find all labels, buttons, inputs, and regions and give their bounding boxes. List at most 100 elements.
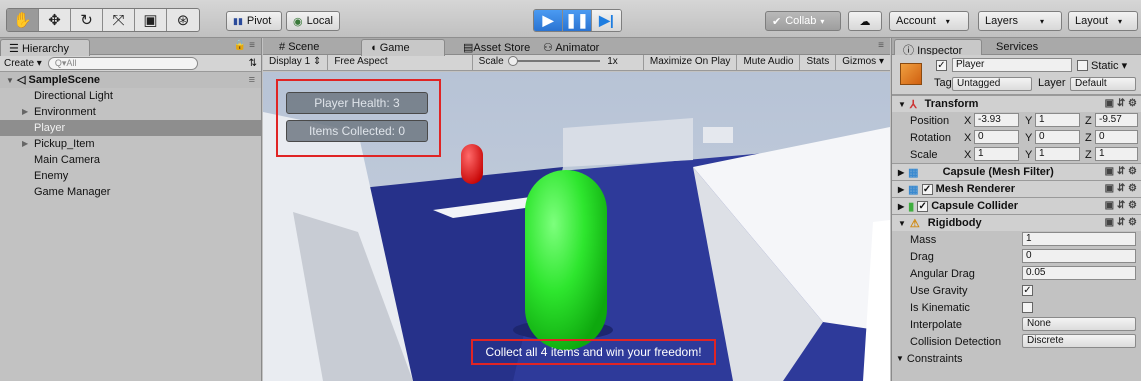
use-gravity-checkbox[interactable]: ✓ xyxy=(1022,285,1033,296)
x-axis-label: X xyxy=(964,131,972,144)
tab-hierarchy[interactable]: ☰ Hierarchy xyxy=(0,39,90,56)
mass-field[interactable]: 1 xyxy=(1022,232,1136,246)
rotation-z-field[interactable]: 0 xyxy=(1095,130,1138,144)
scale-y-field[interactable]: 1 xyxy=(1035,147,1080,161)
hierarchy-item-label: Player xyxy=(34,122,66,134)
rotate-tool-icon[interactable]: ↻ xyxy=(71,9,103,31)
tab-inspector[interactable]: ⓘ Inspector xyxy=(894,39,982,57)
step-button[interactable]: ▶| xyxy=(592,10,621,31)
transform-icon: ⅄ xyxy=(909,98,917,111)
component-menu-icon[interactable]: ▣ ⇵ ⚙ xyxy=(1105,200,1137,211)
step-icon: ▶| xyxy=(599,12,614,28)
hierarchy-search-input[interactable]: Q▾All xyxy=(47,56,198,70)
position-x-field[interactable]: -3.93 xyxy=(974,113,1019,127)
scene-menu-icon[interactable]: ≡ xyxy=(249,72,255,88)
transform-tool-icon[interactable]: ⊛ xyxy=(167,9,199,31)
layer-dropdown[interactable]: Default xyxy=(1070,77,1136,91)
cloud-button[interactable]: ☁ xyxy=(848,11,882,31)
mesh-filter-header[interactable]: ▶ ▦ Capsule (Mesh Filter) ▣ ⇵ ⚙ xyxy=(892,163,1141,180)
display-dropdown[interactable]: Display 1 ⇕ xyxy=(263,55,329,70)
tab-animator[interactable]: ⚇ Animator xyxy=(535,39,607,56)
collision-dropdown[interactable]: Discrete xyxy=(1022,334,1136,348)
hierarchy-item[interactable]: ▶ Environment xyxy=(0,104,261,120)
rect-tool-icon[interactable]: ▣ xyxy=(135,9,167,31)
mesh-renderer-header[interactable]: ▶ ▦ ✓ Mesh Renderer ▣ ⇵ ⚙ xyxy=(892,180,1141,197)
z-axis-label: Z xyxy=(1085,148,1092,161)
component-menu-icon[interactable]: ▣ ⇵ ⚙ xyxy=(1105,217,1137,228)
static-checkbox[interactable] xyxy=(1077,60,1088,71)
sort-icon[interactable]: ⇅ xyxy=(249,58,257,69)
hierarchy-item[interactable]: Enemy xyxy=(0,168,261,184)
hierarchy-item[interactable]: Directional Light xyxy=(0,88,261,104)
static-label: Static ▾ xyxy=(1091,60,1128,72)
pivot-toggle-button[interactable]: ▮▮ Pivot xyxy=(226,11,282,31)
scale-thumb[interactable] xyxy=(508,56,519,67)
mesh-renderer-checkbox[interactable]: ✓ xyxy=(921,183,933,195)
position-y-field[interactable]: 1 xyxy=(1035,113,1080,127)
scale-track[interactable] xyxy=(508,56,601,67)
panel-menu-icon[interactable]: ≡ xyxy=(878,40,884,51)
layers-dropdown[interactable]: Layers ▾ xyxy=(978,11,1062,31)
expand-arrow-icon[interactable]: ▶ xyxy=(22,136,28,152)
hierarchy-item[interactable]: ▶ Pickup_Item xyxy=(0,136,261,152)
constraints-row[interactable]: ▼ Constraints xyxy=(892,350,1141,367)
play-button[interactable]: ▶ xyxy=(534,10,563,31)
mass-label: Mass xyxy=(910,233,937,246)
game-viewport[interactable]: Player Health: 3 Items Collected: 0 Coll… xyxy=(263,72,890,381)
move-tool-icon[interactable]: ✥ xyxy=(39,9,71,31)
rigidbody-header[interactable]: ▼ ⚠ Rigidbody ▣ ⇵ ⚙ xyxy=(892,214,1141,231)
center-tab-row: # Scene ◖ Game ▤Asset Store ⚇ Animator ≡ xyxy=(263,38,890,56)
account-dropdown[interactable]: Account ▾ xyxy=(889,11,969,31)
drag-field[interactable]: 0 xyxy=(1022,249,1136,263)
collab-button[interactable]: ✔ Collab ▾ xyxy=(765,11,841,31)
game-tab-label: Game xyxy=(379,42,410,54)
hierarchy-tab-label: Hierarchy xyxy=(21,43,70,55)
position-z-field[interactable]: -9.57 xyxy=(1095,113,1138,127)
back-blocks xyxy=(703,127,733,143)
scene-root[interactable]: ▼ ◁ SampleScene ≡ xyxy=(0,72,261,88)
hierarchy-item[interactable]: Main Camera xyxy=(0,152,261,168)
stats-toggle[interactable]: Stats xyxy=(800,55,837,70)
expand-arrow-icon[interactable]: ▼ xyxy=(6,76,14,85)
maximize-on-play-toggle[interactable]: Maximize On Play xyxy=(644,55,738,70)
create-dropdown[interactable]: Create ▾ xyxy=(4,58,42,69)
hierarchy-item[interactable]: Player xyxy=(0,120,261,136)
hierarchy-item[interactable]: Game Manager xyxy=(0,184,261,200)
aspect-dropdown[interactable]: Free Aspect xyxy=(328,55,473,70)
component-menu-icon[interactable]: ▣ ⇵ ⚙ xyxy=(1105,183,1137,194)
transform-header[interactable]: ▼ ⅄ Transform ▣ ⇵ ⚙ xyxy=(892,95,1141,112)
pause-button[interactable]: ❚❚ xyxy=(563,10,592,31)
local-toggle-button[interactable]: ◉ Local xyxy=(286,11,340,31)
tab-game[interactable]: ◖ Game xyxy=(361,39,445,56)
collider-header[interactable]: ▶ ▮ ✓ Capsule Collider ▣ ⇵ ⚙ xyxy=(892,197,1141,214)
tab-scene[interactable]: # Scene xyxy=(271,39,327,56)
local-label: Local xyxy=(306,15,333,27)
mute-audio-toggle[interactable]: Mute Audio xyxy=(737,55,801,70)
hand-tool-icon[interactable]: ✋ xyxy=(7,9,39,31)
layout-dropdown[interactable]: Layout ▾ xyxy=(1068,11,1138,31)
tab-asset-store[interactable]: ▤Asset Store xyxy=(455,39,538,56)
scale-z-field[interactable]: 1 xyxy=(1095,147,1138,161)
component-menu-icon[interactable]: ▣ ⇵ ⚙ xyxy=(1105,98,1137,109)
hierarchy-sub-bar: Create ▾ Q▾All ⇅ xyxy=(0,55,261,72)
rotation-x-field[interactable]: 0 xyxy=(974,130,1019,144)
active-checkbox[interactable]: ✓ xyxy=(936,60,947,71)
gizmos-dropdown[interactable]: Gizmos ▾ xyxy=(836,55,890,70)
display-label: Display 1 xyxy=(269,56,311,67)
collision-label: Collision Detection xyxy=(910,335,1002,348)
is-kinematic-checkbox[interactable] xyxy=(1022,302,1033,313)
tab-services[interactable]: Services xyxy=(988,39,1046,56)
tag-dropdown[interactable]: Untagged xyxy=(952,77,1032,91)
object-name-field[interactable]: Player xyxy=(952,58,1072,72)
collider-checkbox[interactable]: ✓ xyxy=(917,200,929,212)
interpolate-dropdown[interactable]: None xyxy=(1022,317,1136,331)
rotation-y-field[interactable]: 0 xyxy=(1035,130,1080,144)
angular-drag-field[interactable]: 0.05 xyxy=(1022,266,1136,280)
component-menu-icon[interactable]: ▣ ⇵ ⚙ xyxy=(1105,166,1137,177)
scale-x-field[interactable]: 1 xyxy=(974,147,1019,161)
panel-menu-icon[interactable]: 🔒 ≡ xyxy=(234,40,255,51)
scale-slider[interactable]: Scale 1x xyxy=(473,55,644,70)
expand-arrow-icon[interactable]: ▶ xyxy=(22,104,28,120)
rotation-row: Rotation X 0 Y 0 Z 0 xyxy=(892,129,1141,146)
scale-tool-icon[interactable]: ⤧ xyxy=(103,9,135,31)
